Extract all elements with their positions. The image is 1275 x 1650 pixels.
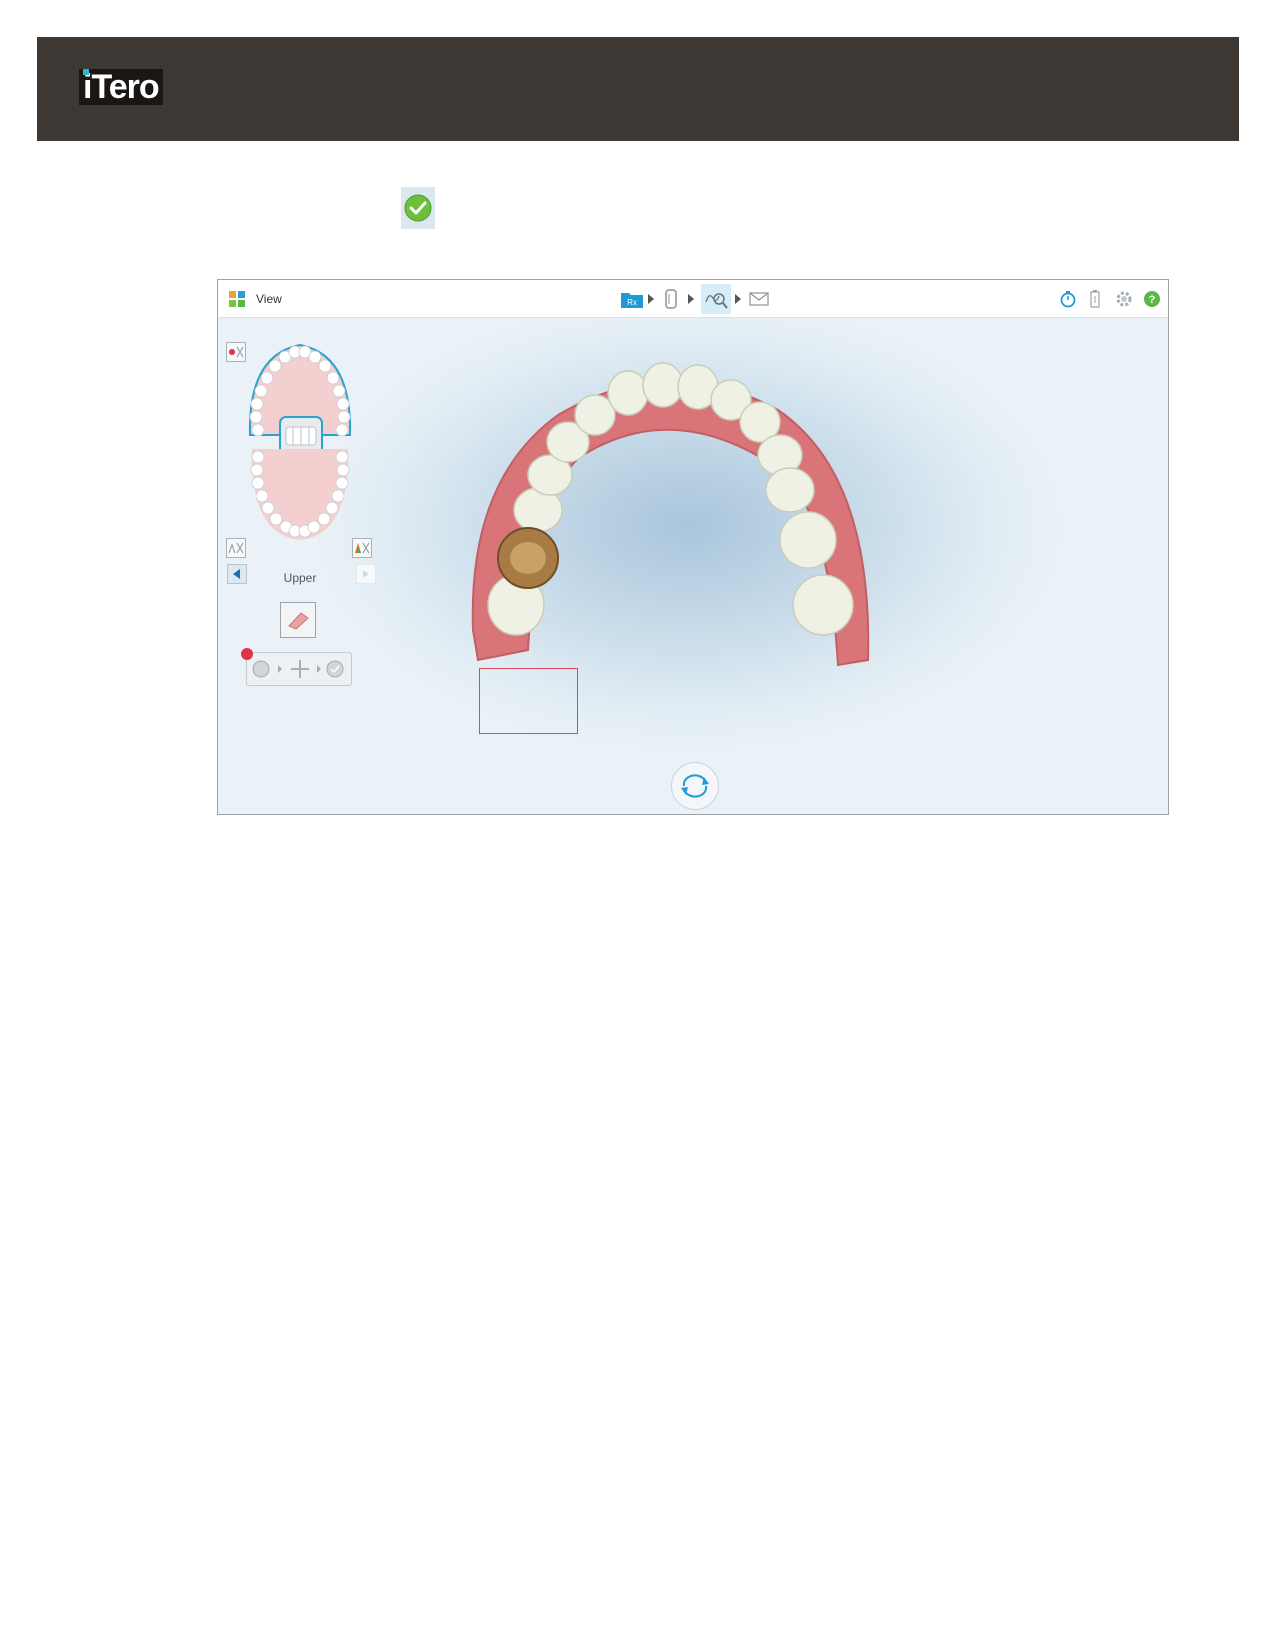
check-circle-icon bbox=[401, 187, 435, 229]
eraser-tool-button[interactable] bbox=[280, 602, 316, 638]
document-header: iTero bbox=[37, 37, 1239, 141]
svg-text:?: ? bbox=[1149, 294, 1156, 306]
scanner-screenshot: View Rx ? Upper bbox=[217, 279, 1169, 815]
upper-arch-3d-model[interactable] bbox=[468, 360, 888, 690]
view-step-magnifier-icon[interactable] bbox=[701, 284, 731, 314]
step-arrow-icon bbox=[647, 293, 655, 305]
step-arrow-icon bbox=[687, 293, 695, 305]
next-arch-button[interactable] bbox=[356, 564, 376, 584]
send-envelope-icon[interactable] bbox=[748, 290, 770, 308]
scan-step-icon[interactable] bbox=[662, 288, 680, 310]
arch-label: Upper bbox=[283, 571, 317, 585]
lower-arch-toggle-icon[interactable] bbox=[226, 538, 246, 558]
rotate-icon bbox=[681, 774, 709, 798]
error-badge-icon bbox=[241, 648, 253, 660]
help-icon[interactable]: ? bbox=[1142, 289, 1162, 309]
itero-logo: iTero bbox=[79, 69, 163, 105]
color-map-icon[interactable] bbox=[352, 538, 372, 558]
view-mode-grid-icon[interactable] bbox=[227, 290, 247, 308]
rx-folder-step-icon[interactable]: Rx bbox=[620, 288, 644, 310]
previous-arch-button[interactable] bbox=[227, 564, 247, 584]
rx-badge: Rx bbox=[627, 298, 637, 307]
view-label: View bbox=[256, 292, 282, 306]
step-arrow-icon bbox=[734, 293, 742, 305]
trim-flow-toolbar bbox=[246, 652, 352, 686]
logo-text: iTero bbox=[83, 68, 160, 106]
battery-icon bbox=[1087, 289, 1103, 309]
settings-gear-icon[interactable] bbox=[1114, 289, 1134, 309]
stopwatch-icon[interactable] bbox=[1058, 289, 1078, 309]
selection-rectangle[interactable] bbox=[479, 668, 578, 734]
arch-diagram[interactable] bbox=[238, 335, 363, 547]
rotate-view-button[interactable] bbox=[671, 762, 719, 810]
logo-accent-dot bbox=[83, 69, 89, 75]
top-toolbar: View Rx ? bbox=[218, 280, 1168, 318]
